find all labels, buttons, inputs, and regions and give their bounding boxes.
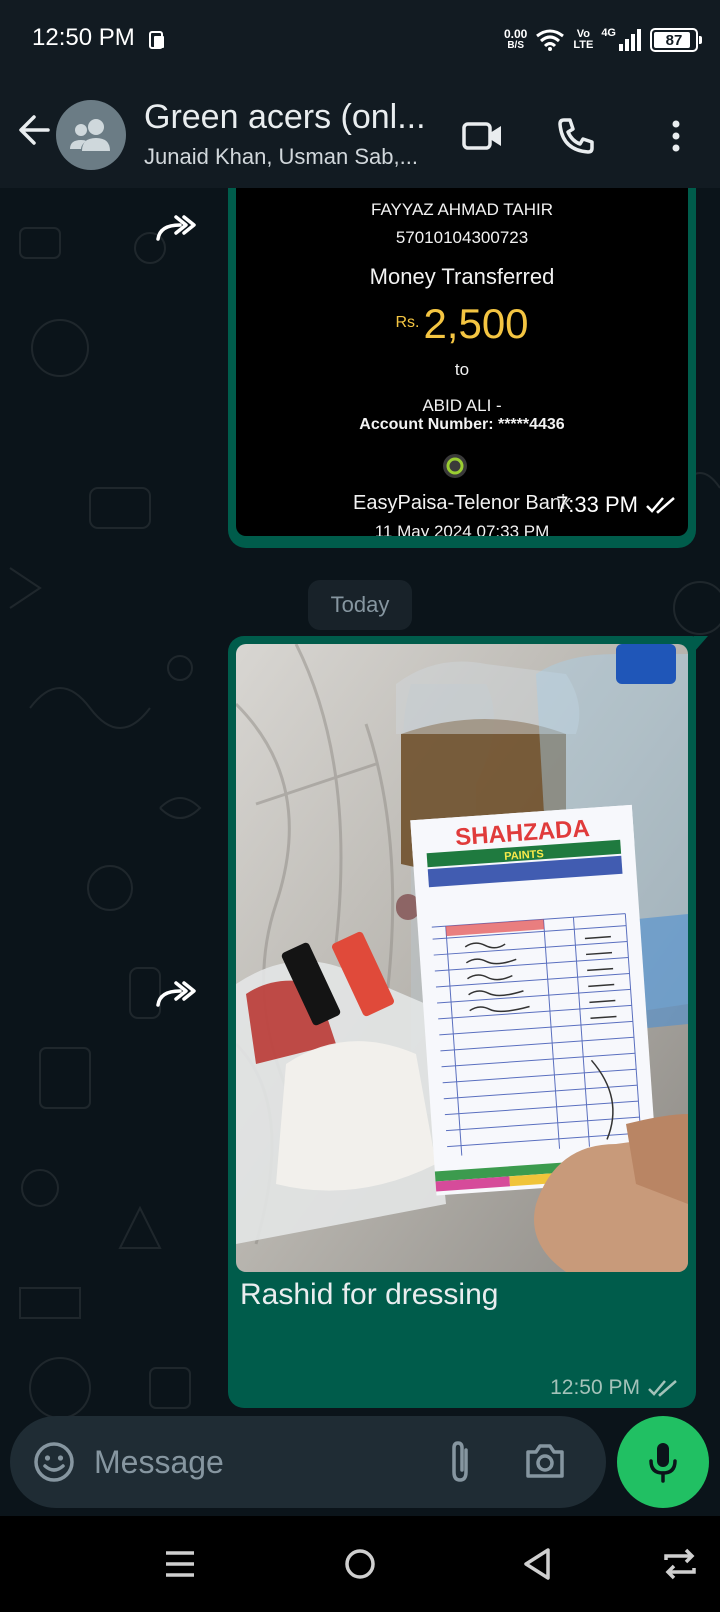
home-icon[interactable] bbox=[338, 1544, 382, 1584]
date-divider: Today bbox=[308, 580, 412, 630]
mic-button[interactable] bbox=[617, 1416, 709, 1508]
battery-level: 87 bbox=[665, 31, 683, 49]
volte-bottom: LTE bbox=[573, 39, 594, 51]
chat-title[interactable]: Green acers (onl... bbox=[144, 98, 426, 137]
message-bubble-photo[interactable]: SHAHZADA PAINTS Rashid for dressing 12:5… bbox=[228, 636, 708, 1408]
phone-icon[interactable] bbox=[554, 114, 598, 158]
forward-button[interactable] bbox=[151, 970, 201, 1020]
message-time-text: 12:50 PM bbox=[550, 1376, 640, 1399]
volte-indicator: Vo LTE bbox=[573, 29, 593, 51]
emoji-icon[interactable] bbox=[32, 1440, 76, 1484]
message-time: 12:50 PM bbox=[550, 1376, 678, 1400]
net-speed: 0.00 B/S bbox=[504, 28, 527, 52]
double-check-icon bbox=[646, 497, 675, 514]
chat-members[interactable]: Junaid Khan, Usman Sab,... bbox=[144, 144, 418, 170]
status-icons: 0.00 B/S Vo LTE 4G 87 bbox=[504, 22, 702, 58]
bank-logo-icon bbox=[443, 454, 467, 478]
forward-icon bbox=[156, 215, 196, 241]
paperclip-icon[interactable] bbox=[438, 1438, 482, 1486]
message-composer bbox=[10, 1416, 606, 1508]
forward-button[interactable] bbox=[151, 204, 201, 254]
video-call-icon[interactable] bbox=[460, 114, 504, 158]
system-nav-bar bbox=[0, 1516, 720, 1612]
bubble-tail bbox=[694, 636, 708, 652]
more-vert-icon[interactable] bbox=[654, 114, 698, 158]
receipt-image[interactable]: FAYYAZ AHMAD TAHIR 57010104300723 Money … bbox=[236, 188, 688, 536]
receipt-amount-row: Rs. 2,500 bbox=[236, 300, 688, 348]
receipt-sender-name: FAYYAZ AHMAD TAHIR bbox=[371, 200, 553, 219]
net-speed-value: 0.00 bbox=[503, 27, 528, 41]
forward-icon bbox=[156, 981, 196, 1007]
network-type: 4G bbox=[601, 27, 616, 39]
photo-drawing: SHAHZADA PAINTS bbox=[236, 644, 688, 1272]
receipt-heading: Money Transferred bbox=[369, 264, 555, 289]
message-input[interactable] bbox=[94, 1438, 424, 1486]
group-avatar-icon bbox=[70, 119, 110, 151]
group-avatar[interactable] bbox=[56, 100, 126, 170]
chat-header: Green acers (onl... Junaid Khan, Usman S… bbox=[0, 80, 720, 188]
status-time: 12:50 PM bbox=[32, 24, 135, 51]
signal-indicator: 4G bbox=[601, 28, 642, 52]
camera-icon[interactable] bbox=[522, 1438, 568, 1484]
receipt-currency: Rs. bbox=[395, 314, 420, 331]
double-check-icon bbox=[648, 1380, 677, 1397]
photo-image[interactable]: SHAHZADA PAINTS bbox=[236, 644, 688, 1272]
receipt-amount: 2,500 bbox=[423, 300, 529, 347]
receipt-date: 11 May 2024 07:33 PM bbox=[374, 522, 550, 536]
message-time-text: 7:33 PM bbox=[556, 492, 638, 517]
receipt-to: to bbox=[454, 360, 470, 379]
message-caption: Rashid for dressing bbox=[240, 1278, 499, 1311]
recent-apps-icon[interactable] bbox=[158, 1544, 202, 1584]
back-nav-icon[interactable] bbox=[516, 1544, 560, 1584]
receipt-account-number: Account Number: *****4436 bbox=[359, 416, 565, 433]
battery-indicator: 87 bbox=[650, 28, 702, 52]
receipt-recipient: ABID ALI - bbox=[422, 396, 502, 415]
notification-icon bbox=[149, 31, 164, 49]
rotate-screen-icon[interactable] bbox=[658, 1544, 702, 1584]
wifi-icon bbox=[536, 29, 565, 51]
status-bar: 12:50 PM 0.00 B/S Vo LTE 4G 87 bbox=[0, 0, 720, 80]
arrow-left-icon[interactable] bbox=[14, 110, 54, 150]
net-speed-unit: B/S bbox=[507, 40, 524, 51]
chat-area[interactable]: FAYYAZ AHMAD TAHIR 57010104300723 Money … bbox=[0, 188, 720, 1516]
mic-icon bbox=[649, 1443, 677, 1483]
message-bubble-receipt[interactable]: FAYYAZ AHMAD TAHIR 57010104300723 Money … bbox=[228, 188, 696, 548]
receipt-sender-account: 57010104300723 bbox=[395, 228, 529, 247]
message-time: 7:33 PM bbox=[556, 492, 676, 518]
signal-icon bbox=[619, 29, 641, 51]
